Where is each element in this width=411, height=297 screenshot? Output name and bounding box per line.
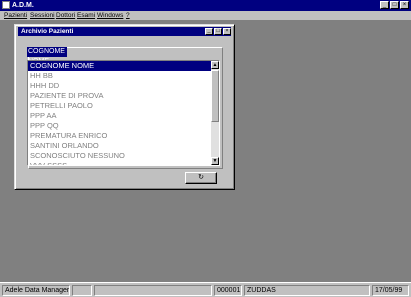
dialog-title: Archivio Pazienti bbox=[21, 28, 74, 35]
scroll-thumb[interactable] bbox=[211, 70, 219, 122]
list-item[interactable]: VVV SSSS bbox=[28, 161, 212, 165]
list-item[interactable]: SCONOSCIUTO NESSUNO bbox=[28, 151, 212, 161]
list-item[interactable]: PPP QQ bbox=[28, 121, 212, 131]
list-item[interactable]: PETRELLI PAOLO bbox=[28, 101, 212, 111]
list-item[interactable]: PPP AA bbox=[28, 111, 212, 121]
menu-help[interactable]: ? bbox=[126, 12, 130, 20]
list-scrollbar[interactable]: ▲ ▼ bbox=[211, 61, 219, 165]
list-item[interactable]: HH BB bbox=[28, 71, 212, 81]
dialog-minimize-button[interactable]: _ bbox=[205, 28, 213, 35]
patient-listbox[interactable]: COGNOME NOME HH BB HHH DD PAZIENTE DI PROVA… bbox=[27, 60, 220, 166]
menu-windows[interactable]: Windows bbox=[97, 12, 123, 20]
list-item[interactable]: SANTINI ORLANDO bbox=[28, 141, 212, 151]
menu-sessioni[interactable]: Sessioni bbox=[30, 12, 55, 20]
app-icon[interactable] bbox=[2, 1, 10, 9]
scroll-up-button[interactable]: ▲ bbox=[211, 61, 219, 69]
menu-esami[interactable]: Esami bbox=[77, 12, 95, 20]
dialog-maximize-button[interactable]: □ bbox=[214, 28, 222, 35]
app-titlebar[interactable]: A.D.M. _ □ × bbox=[0, 0, 411, 11]
status-code: 000001 bbox=[214, 285, 242, 296]
status-bar: Adele Data Manager 000001 ZUDDAS 17/05/9… bbox=[0, 282, 411, 297]
refresh-button[interactable]: ↻ bbox=[185, 172, 217, 184]
menu-dottori[interactable]: Dottori bbox=[56, 12, 75, 20]
list-item[interactable]: COGNOME NOME bbox=[28, 61, 212, 71]
status-user: ZUDDAS bbox=[244, 285, 370, 296]
menu-bar: Pazienti Sessioni Dottori Esami Windows … bbox=[0, 11, 411, 21]
status-date: 17/05/99 bbox=[372, 285, 409, 296]
app-title: A.D.M. bbox=[12, 2, 34, 9]
status-panel-empty-2 bbox=[94, 285, 212, 296]
minimize-button[interactable]: _ bbox=[380, 1, 389, 9]
list-item[interactable]: PAZIENTE DI PROVA bbox=[28, 91, 212, 101]
status-panel-empty-1 bbox=[72, 285, 92, 296]
list-item[interactable]: PREMATURA ENRICO bbox=[28, 131, 212, 141]
list-item[interactable]: HHH DD bbox=[28, 81, 212, 91]
patient-list: COGNOME NOME HH BB HHH DD PAZIENTE DI PROVA… bbox=[28, 61, 212, 165]
menu-pazienti[interactable]: Pazienti bbox=[4, 12, 27, 20]
close-button[interactable]: × bbox=[400, 1, 409, 9]
dialog-titlebar[interactable]: Archivio Pazienti _ □ × bbox=[18, 27, 231, 36]
dialog-close-button[interactable]: × bbox=[223, 28, 231, 35]
search-input[interactable]: COGNOME NOME bbox=[27, 47, 67, 65]
scroll-down-button[interactable]: ▼ bbox=[211, 157, 219, 165]
maximize-button[interactable]: □ bbox=[390, 1, 399, 9]
status-app-name: Adele Data Manager bbox=[2, 285, 70, 296]
